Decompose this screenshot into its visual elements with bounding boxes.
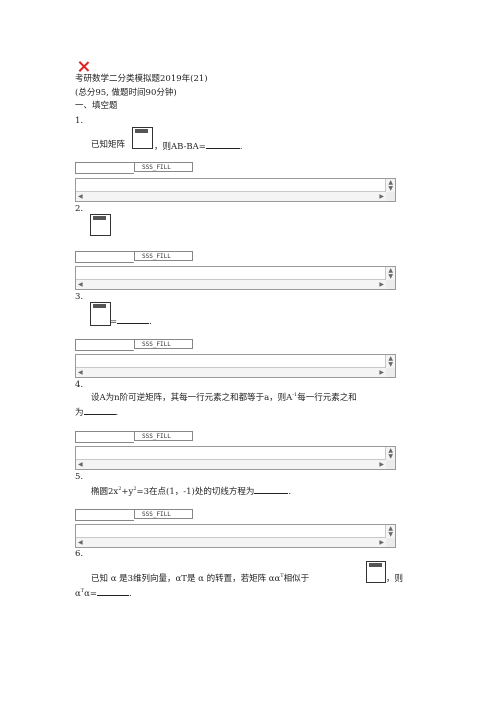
question-number: 1. — [75, 116, 84, 126]
question-text-part: . — [128, 589, 132, 599]
horizontal-scrollbar[interactable] — [76, 191, 386, 201]
question-text: αTα=. — [75, 587, 132, 600]
question-number: 2. — [75, 204, 84, 214]
answer-blank — [254, 485, 289, 494]
scroll-left-icon[interactable]: ◀ — [78, 540, 83, 546]
page-title: 考研数学二分类模拟题2019年(21) — [75, 74, 208, 84]
question-image — [90, 302, 111, 326]
question-text-part: = — [110, 317, 118, 327]
question-number: 4. — [75, 380, 84, 390]
question-text-part: 已知 α 是3维列向量，αT是 α 的转置，若矩阵 αα — [91, 574, 281, 584]
horizontal-scrollbar[interactable] — [76, 537, 386, 547]
answer-input-cell[interactable] — [75, 339, 134, 351]
question-image — [90, 214, 111, 236]
scroll-down-icon[interactable]: ▼ — [388, 186, 393, 192]
section-heading: 一、填空题 — [75, 101, 118, 111]
horizontal-scrollbar[interactable] — [76, 459, 386, 469]
question-text-part: . — [239, 142, 243, 152]
fill-field-row: SSS_FILL — [75, 251, 195, 263]
scroll-down-icon[interactable]: ▼ — [388, 454, 393, 460]
fill-label: SSS_FILL — [134, 162, 193, 172]
question-text: 椭圆2x2+y2=3在点(1，-1)处的切线方程为. — [91, 485, 291, 498]
question-number: 5. — [75, 472, 84, 482]
scrollbar-corner — [386, 280, 395, 289]
fill-field-row: SSS_FILL — [75, 431, 195, 443]
answer-textarea[interactable]: ▲ ▼ ◀ ▶ — [75, 266, 396, 290]
matrix-image — [366, 561, 386, 583]
question-text-part: 椭圆2x — [91, 487, 119, 497]
question-text-part: 相似于 — [283, 574, 310, 584]
scrollbar-corner — [386, 460, 395, 469]
scrollbar-corner — [386, 538, 395, 547]
scroll-down-icon[interactable]: ▼ — [388, 274, 393, 280]
scrollbar-corner — [386, 192, 395, 201]
question-text-part: . — [288, 487, 292, 497]
matrix-image — [132, 127, 153, 149]
answer-blank — [83, 406, 116, 415]
answer-textarea[interactable]: ▲ ▼ ◀ ▶ — [75, 178, 396, 202]
scroll-right-icon[interactable]: ▶ — [379, 540, 384, 546]
question-text: =. — [110, 315, 152, 328]
question-text-part: ，则AB-BA= — [154, 142, 206, 152]
scroll-right-icon[interactable]: ▶ — [379, 462, 384, 468]
scroll-left-icon[interactable]: ◀ — [78, 194, 83, 200]
answer-input-cell[interactable] — [75, 162, 134, 174]
fill-label: SSS_FILL — [134, 431, 193, 441]
fill-label: SSS_FILL — [134, 509, 193, 519]
fill-label: SSS_FILL — [134, 339, 193, 349]
fill-field-row: SSS_FILL — [75, 339, 195, 351]
answer-input-cell[interactable] — [75, 509, 134, 521]
fill-field-row: SSS_FILL — [75, 162, 195, 174]
exam-info: (总分95, 做题时间90分钟) — [75, 88, 177, 98]
scroll-right-icon[interactable]: ▶ — [379, 370, 384, 376]
question-text-part: 为 — [75, 408, 84, 418]
scroll-down-icon[interactable]: ▼ — [388, 532, 393, 538]
question-number: 3. — [75, 292, 84, 302]
question-text-part: ，则 — [386, 574, 404, 584]
question-text-part: 每一行元素之和 — [297, 393, 357, 403]
question-text: 已知 α 是3维列向量，αT是 α 的转置，若矩阵 ααT相似于 — [91, 574, 309, 585]
scroll-left-icon[interactable]: ◀ — [78, 282, 83, 288]
scroll-down-icon[interactable]: ▼ — [388, 362, 393, 368]
question-number: 6. — [75, 549, 84, 559]
question-text: ，则AB-BA=. — [154, 140, 243, 153]
answer-blank — [96, 587, 129, 596]
scroll-left-icon[interactable]: ◀ — [78, 462, 83, 468]
question-text-part: =3在点(1，-1)处的切线方程为 — [136, 487, 255, 497]
question-text-part: 已知矩阵 — [91, 140, 126, 150]
question-text: 设A为n阶可逆矩阵，其每一行元素之和都等于a，则A-1每一行元素之和 — [91, 393, 357, 404]
question-text-part: α= — [84, 589, 97, 599]
question-text-part: 设A为n阶可逆矩阵，其每一行元素之和都等于a，则A — [91, 393, 293, 403]
scroll-right-icon[interactable]: ▶ — [379, 282, 384, 288]
question-text-part: +y — [121, 487, 134, 497]
answer-input-cell[interactable] — [75, 251, 134, 263]
answer-textarea[interactable]: ▲ ▼ ◀ ▶ — [75, 354, 396, 378]
answer-blank — [205, 140, 240, 149]
question-text-part: . — [115, 408, 119, 418]
horizontal-scrollbar[interactable] — [76, 367, 386, 377]
scroll-left-icon[interactable]: ◀ — [78, 370, 83, 376]
fill-field-row: SSS_FILL — [75, 509, 195, 521]
horizontal-scrollbar[interactable] — [76, 279, 386, 289]
scroll-right-icon[interactable]: ▶ — [379, 194, 384, 200]
broken-image-icon — [78, 61, 89, 72]
fill-label: SSS_FILL — [134, 251, 193, 261]
question-text: 为. — [75, 406, 118, 419]
question-text: ，则 — [386, 574, 403, 585]
answer-input-cell[interactable] — [75, 431, 134, 443]
answer-textarea[interactable]: ▲ ▼ ◀ ▶ — [75, 524, 396, 548]
question-text: 已知矩阵 — [91, 140, 125, 151]
question-text-part: . — [149, 317, 152, 327]
answer-blank — [117, 315, 150, 324]
answer-textarea[interactable]: ▲ ▼ ◀ ▶ — [75, 446, 396, 470]
scrollbar-corner — [386, 368, 395, 377]
